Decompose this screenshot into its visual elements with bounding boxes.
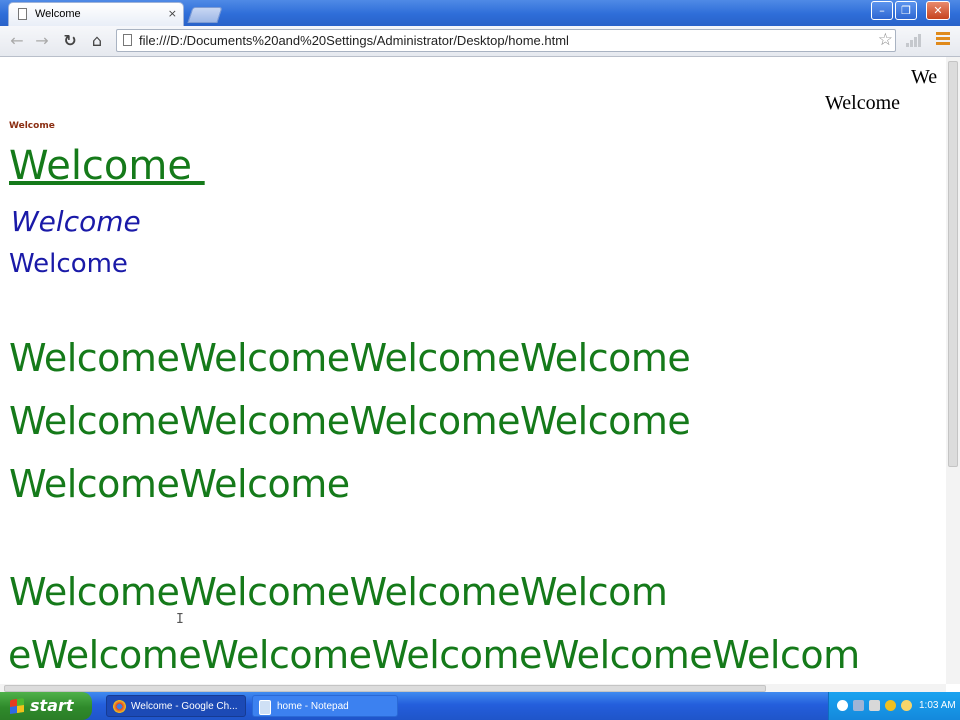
language-icon[interactable] (837, 700, 848, 711)
green-text-line: eWelcomeWelcomeWelcomeWelcomeWelcom (8, 633, 860, 677)
taskbar-item-label: home - Notepad (277, 701, 349, 712)
plain-text: Welcome (9, 249, 128, 279)
security-shield-icon[interactable] (885, 700, 896, 711)
address-bar[interactable]: file:///D:/Documents%20and%20Settings/Ad… (116, 29, 896, 52)
maximize-button[interactable]: ❐ (895, 1, 917, 20)
text-cursor-icon: I (176, 612, 184, 627)
green-text-line: WelcomeWelcome (9, 462, 350, 506)
small-heading: Welcome (9, 121, 55, 131)
system-tray: 1:03 AM (828, 692, 960, 720)
windows-logo-icon (10, 698, 24, 714)
minimize-button[interactable]: – (871, 1, 893, 20)
green-text-line: WelcomeWelcomeWelcomeWelcome (9, 399, 691, 443)
smiley-icon[interactable] (901, 700, 912, 711)
taskbar-item-notepad[interactable]: home - Notepad (252, 695, 398, 717)
network-icon[interactable] (853, 700, 864, 711)
taskbar: start Welcome - Google Ch... home - Note… (0, 692, 960, 720)
volume-icon[interactable] (869, 700, 880, 711)
chrome-menu-icon[interactable] (936, 32, 950, 48)
chrome-icon (113, 700, 126, 713)
vertical-scrollbar[interactable] (946, 57, 960, 684)
scrollbar-thumb[interactable] (4, 685, 766, 692)
page-content: We Welcome Welcome Welcome Welcome Welco… (0, 57, 946, 684)
home-icon[interactable]: ⌂ (86, 30, 108, 52)
scrollbar-thumb[interactable] (948, 61, 958, 467)
start-button[interactable]: start (0, 692, 92, 720)
page-icon (18, 8, 27, 20)
browser-toolbar: ← → ↻ ⌂ file:///D:/Documents%20and%20Set… (0, 26, 960, 57)
address-bar-url[interactable]: file:///D:/Documents%20and%20Settings/Ad… (139, 33, 569, 48)
large-underlined-heading: Welcome (9, 143, 205, 189)
taskbar-clock[interactable]: 1:03 AM (919, 692, 956, 720)
start-label: start (30, 696, 74, 715)
page-icon (123, 34, 132, 46)
green-text-line: WelcomeWelcomeWelcomeWelcome (9, 336, 691, 380)
signal-bars-icon[interactable] (906, 33, 922, 47)
tab-title: Welcome (35, 8, 81, 20)
window-titlebar: Welcome × – ❐ ✕ (0, 0, 960, 26)
reload-icon[interactable]: ↻ (59, 30, 81, 52)
bookmark-star-icon[interactable]: ☆ (878, 30, 893, 50)
taskbar-item-chrome[interactable]: Welcome - Google Ch... (106, 695, 246, 717)
new-tab-button[interactable] (187, 7, 223, 23)
top-right-text: Welcome (825, 92, 901, 114)
close-window-button[interactable]: ✕ (926, 1, 950, 20)
top-right-text-clipped: We (911, 66, 938, 88)
tab-close-icon[interactable]: × (168, 7, 177, 20)
forward-arrow-icon[interactable]: → (31, 30, 53, 52)
taskbar-item-label: Welcome - Google Ch... (131, 701, 238, 712)
back-arrow-icon[interactable]: ← (6, 30, 28, 52)
browser-tab[interactable]: Welcome × (8, 2, 184, 26)
horizontal-scrollbar[interactable] (0, 684, 946, 692)
green-text-line: WelcomeWelcomeWelcomeWelcom (9, 570, 668, 614)
notepad-icon (259, 700, 271, 715)
italic-text: Welcome (11, 205, 141, 238)
